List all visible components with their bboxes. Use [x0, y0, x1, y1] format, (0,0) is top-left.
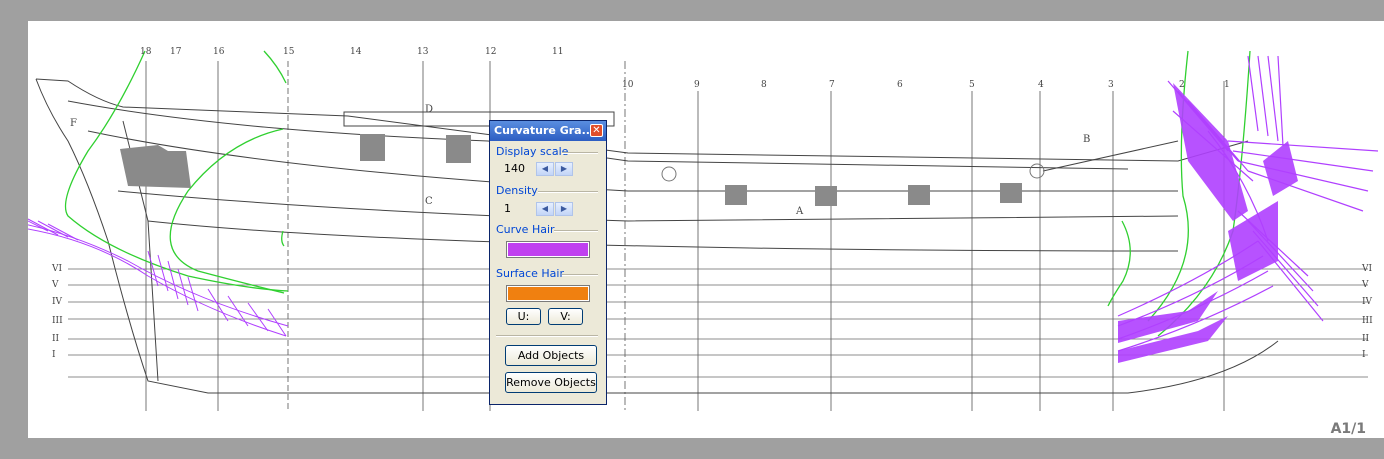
part-label: A	[795, 206, 804, 217]
waterline-label: VI	[1361, 264, 1372, 274]
v-button[interactable]: V:	[548, 308, 583, 325]
station-label: 17	[170, 47, 182, 57]
station-label: 9	[694, 80, 700, 90]
station-label: 15	[283, 47, 295, 57]
group-divider	[562, 274, 598, 276]
station-lines	[145, 61, 1225, 411]
add-objects-button[interactable]: Add Objects	[505, 345, 597, 366]
curvature-hairs-right	[1117, 55, 1379, 352]
station-number-labels: 18 17 16 15 14 13 12 11 10 9 8 7 6 5 4 3…	[140, 47, 1230, 90]
station-label: 1	[1224, 80, 1230, 90]
station-label: 13	[417, 47, 429, 57]
station-label: 3	[1108, 80, 1114, 90]
waterline-label: IV	[1362, 297, 1373, 307]
station-label: 14	[350, 47, 362, 57]
waterline-label: II	[52, 334, 60, 344]
u-button[interactable]: U:	[506, 308, 541, 325]
waterline-labels-right: VI V IV III II I	[1361, 264, 1373, 360]
group-divider	[496, 335, 598, 337]
density-value[interactable]: 1	[504, 202, 511, 215]
display-scale-label: Display scale	[496, 145, 569, 158]
group-divider	[562, 152, 598, 154]
drawing-viewport[interactable]: 18 17 16 15 14 13 12 11 10 9 8 7 6 5 4 3…	[28, 21, 1384, 438]
surface-hair-label: Surface Hair	[496, 267, 564, 280]
group-divider	[554, 230, 598, 232]
panel-title: Curvature Gra...	[494, 124, 595, 137]
waterline-label: V	[51, 280, 59, 290]
part-label: B	[1083, 134, 1090, 145]
panel-title-bar[interactable]: Curvature Gra... ✕	[490, 121, 606, 141]
curve-hair-label: Curve Hair	[496, 223, 555, 236]
waterline-labels-left: VI V IV III II I	[51, 264, 63, 360]
display-scale-decrease-icon[interactable]: ◀	[536, 162, 554, 176]
station-label: 8	[761, 80, 767, 90]
close-icon[interactable]: ✕	[590, 124, 603, 137]
display-scale-increase-icon[interactable]: ▶	[555, 162, 573, 176]
page-indicator: A1/1	[1330, 421, 1366, 437]
waterline-label: III	[52, 316, 63, 326]
waterline-label: IV	[52, 297, 63, 307]
waterline-label: VI	[51, 264, 62, 274]
group-divider	[538, 191, 598, 193]
station-label: 7	[829, 80, 835, 90]
waterline-label: I	[52, 350, 56, 360]
station-label: 11	[552, 47, 563, 57]
station-label: 12	[485, 47, 496, 57]
density-decrease-icon[interactable]: ◀	[536, 202, 554, 216]
green-curves	[64, 50, 1251, 337]
display-scale-value[interactable]: 140	[504, 162, 525, 175]
curvature-graph-panel[interactable]: Curvature Gra... ✕ Display scale 140 ◀ ▶…	[489, 120, 607, 405]
station-label: 6	[897, 80, 903, 90]
surface-hair-color-swatch[interactable]	[506, 285, 590, 302]
station-label: 2	[1179, 80, 1185, 90]
part-label: C	[425, 196, 433, 207]
station-label: 18	[140, 47, 152, 57]
waterline-label: III	[1362, 316, 1373, 326]
density-increase-icon[interactable]: ▶	[555, 202, 573, 216]
remove-objects-button[interactable]: Remove Objects	[505, 372, 597, 393]
ship-drawing[interactable]: 18 17 16 15 14 13 12 11 10 9 8 7 6 5 4 3…	[28, 21, 1384, 438]
density-label: Density	[496, 184, 538, 197]
station-label: 10	[622, 80, 634, 90]
curvature-hairs-left	[28, 218, 289, 337]
hair-blocks-right	[1118, 83, 1298, 363]
waterline-label: I	[1362, 350, 1366, 360]
curve-hair-color-swatch[interactable]	[506, 241, 590, 258]
part-label: D	[425, 104, 433, 115]
part-label: F	[70, 118, 77, 129]
station-label: 16	[213, 47, 225, 57]
station-label: 5	[969, 80, 975, 90]
waterline-label: II	[1362, 334, 1370, 344]
hull-outline	[35, 78, 1279, 394]
waterline-label: V	[1361, 280, 1369, 290]
station-label: 4	[1038, 80, 1044, 90]
